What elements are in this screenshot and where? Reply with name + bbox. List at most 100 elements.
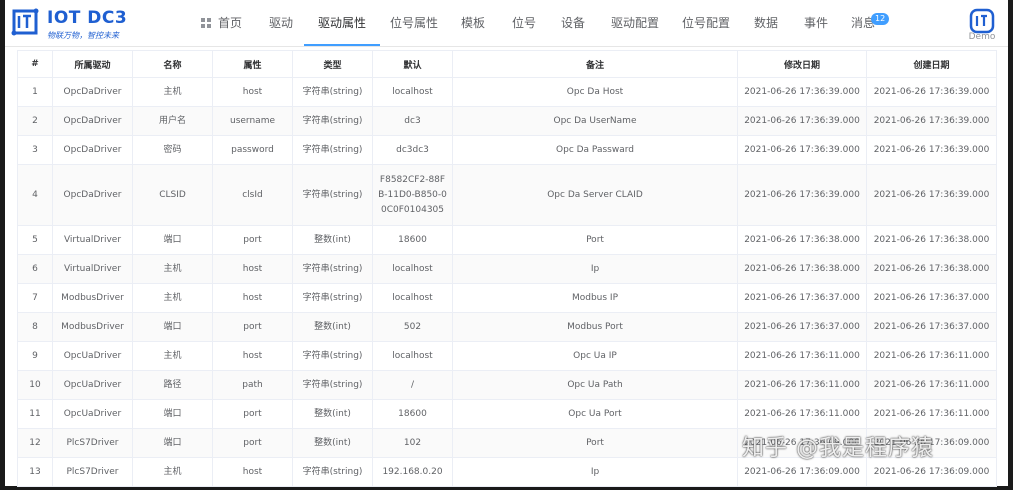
nav-item-label: 位号 — [512, 16, 537, 30]
attribute-name-cell: username — [212, 106, 293, 136]
row-index-cell: 10 — [17, 370, 53, 400]
table-row[interactable]: 7 ModbusDriver 主机 host 字符串(string) localhost M… — [17, 283, 997, 313]
nav-item-point[interactable]: 位号 — [512, 0, 536, 46]
attribute-display-name-cell: 主机 — [132, 457, 213, 487]
attribute-display-name-cell: 密码 — [132, 135, 213, 165]
attribute-type-cell: 字符串(string) — [292, 370, 373, 400]
nav-item-point-config[interactable]: 位号配置 — [682, 0, 730, 46]
driver-name-cell: OpcUaDriver — [52, 370, 133, 400]
attribute-display-name-cell: 主机 — [132, 341, 213, 371]
row-index-cell: 5 — [17, 225, 53, 255]
nav-item-template[interactable]: 模板 — [461, 0, 485, 46]
column-header[interactable]: 创建日期 — [866, 50, 997, 78]
column-header[interactable]: 备注 — [452, 50, 738, 78]
table-row[interactable]: 2 OpcDaDriver 用户名 username 字符串(string) dc3 Opc… — [17, 106, 997, 136]
row-index-cell: 8 — [17, 312, 53, 342]
table-row[interactable]: 8 ModbusDriver 端口 port 整数(int) 502 Modbus Port… — [17, 312, 997, 342]
row-index-cell: 9 — [17, 341, 53, 371]
nav-item-label: 首页 — [218, 16, 243, 30]
column-header[interactable]: 所属驱动 — [52, 50, 133, 78]
attribute-type-cell: 字符串(string) — [292, 77, 373, 107]
nav-item-label: 事件 — [804, 16, 829, 30]
nav-item-driver-config[interactable]: 驱动配置 — [611, 0, 659, 46]
attribute-type-cell: 整数(int) — [292, 225, 373, 255]
column-header[interactable]: 属性 — [212, 50, 293, 78]
attribute-type-cell: 字符串(string) — [292, 164, 373, 226]
nav-item-device[interactable]: 设备 — [561, 0, 585, 46]
attribute-type-cell: 字符串(string) — [292, 457, 373, 487]
window-frame-right — [1008, 0, 1013, 490]
top-header: IOT DC3 物联万物，智控未来 首页 驱动 驱动属性 位号属性 模板 位号 … — [5, 0, 1008, 47]
nav-item-label: 驱动属性 — [318, 16, 367, 30]
nav-item-driver[interactable]: 驱动 — [269, 0, 293, 46]
nav-item-data[interactable]: 数据 — [754, 0, 778, 46]
attribute-display-name-cell: 端口 — [132, 225, 213, 255]
description-cell: Modbus Port — [452, 312, 738, 342]
update-time-cell: 2021-06-26 17:36:39.000 — [737, 77, 867, 107]
nav-item-label: 数据 — [754, 16, 779, 30]
row-index-cell: 2 — [17, 106, 53, 136]
nav-item-label: 位号属性 — [390, 16, 439, 30]
watermark: 知乎 @我是程序猿 — [742, 436, 934, 461]
nav-item-home[interactable]: 首页 — [201, 0, 242, 46]
table-row[interactable]: 10 OpcUaDriver 路径 path 字符串(string) / Opc Ua Pa… — [17, 370, 997, 400]
driver-name-cell: OpcDaDriver — [52, 135, 133, 165]
attribute-name-cell: port — [212, 399, 293, 429]
description-cell: Opc Ua Path — [452, 370, 738, 400]
table-row[interactable]: 6 VirtualDriver 主机 host 字符串(string) localhost… — [17, 254, 997, 284]
user-menu[interactable]: Demo — [962, 8, 1002, 46]
table-row[interactable]: 3 OpcDaDriver 密码 password 字符串(string) dc3dc3 O… — [17, 135, 997, 165]
table-row[interactable]: 9 OpcUaDriver 主机 host 字符串(string) localhost Op… — [17, 341, 997, 371]
create-time-cell: 2021-06-26 17:36:11.000 — [866, 399, 997, 429]
column-header[interactable]: 修改日期 — [737, 50, 867, 78]
table-row[interactable]: 11 OpcUaDriver 端口 port 整数(int) 18600 Opc Ua Po… — [17, 399, 997, 429]
message-count-badge: 12 — [871, 13, 890, 25]
description-cell: Opc Da Host — [452, 77, 738, 107]
column-header[interactable]: 默认 — [372, 50, 453, 78]
driver-name-cell: PlcS7Driver — [52, 457, 133, 487]
attribute-display-name-cell: 主机 — [132, 283, 213, 313]
default-value-cell: 502 — [372, 312, 453, 342]
attribute-display-name-cell: 端口 — [132, 312, 213, 342]
default-value-cell: dc3dc3 — [372, 135, 453, 165]
nav-item-point-attribute[interactable]: 位号属性 — [390, 0, 438, 46]
driver-name-cell: OpcUaDriver — [52, 341, 133, 371]
attribute-name-cell: host — [212, 457, 293, 487]
attribute-name-cell: host — [212, 283, 293, 313]
create-time-cell: 2021-06-26 17:36:11.000 — [866, 341, 997, 371]
table-row[interactable]: 4 OpcDaDriver CLSID clsId 字符串(string) F8582CF… — [17, 164, 997, 226]
update-time-cell: 2021-06-26 17:36:11.000 — [737, 341, 867, 371]
update-time-cell: 2021-06-26 17:36:37.000 — [737, 312, 867, 342]
driver-attribute-table: # 所属驱动 名称 属性 类型 默认 备注 修改日期 创建日期 1 OpcDaDr… — [17, 50, 997, 487]
table-row[interactable]: 5 VirtualDriver 端口 port 整数(int) 18600 Port 2021… — [17, 225, 997, 255]
column-header[interactable]: # — [17, 50, 53, 78]
description-cell: Ip — [452, 457, 738, 487]
default-value-cell: 18600 — [372, 399, 453, 429]
create-time-cell: 2021-06-26 17:36:39.000 — [866, 135, 997, 165]
create-time-cell: 2021-06-26 17:36:39.000 — [866, 77, 997, 107]
create-time-cell: 2021-06-26 17:36:38.000 — [866, 225, 997, 255]
default-value-cell: localhost — [372, 77, 453, 107]
column-header[interactable]: 名称 — [132, 50, 213, 78]
nav-item-driver-attribute[interactable]: 驱动属性 — [304, 0, 381, 46]
column-header[interactable]: 类型 — [292, 50, 373, 78]
attribute-type-cell: 整数(int) — [292, 428, 373, 458]
row-index-cell: 13 — [17, 457, 53, 487]
table-row[interactable]: 1 OpcDaDriver 主机 host 字符串(string) localhost Op… — [17, 77, 997, 107]
update-time-cell: 2021-06-26 17:36:37.000 — [737, 283, 867, 313]
attribute-name-cell: password — [212, 135, 293, 165]
driver-name-cell: OpcDaDriver — [52, 77, 133, 107]
nav-item-label: 驱动 — [269, 16, 294, 30]
nav-item-label: 设备 — [561, 16, 586, 30]
nav-item-label: 位号配置 — [682, 16, 731, 30]
attribute-display-name-cell: CLSID — [132, 164, 213, 226]
description-cell: Opc Da Server CLAID — [452, 164, 738, 226]
default-value-cell: 102 — [372, 428, 453, 458]
app-logo[interactable]: IOT DC3 物联万物，智控未来 — [11, 6, 151, 42]
row-index-cell: 11 — [17, 399, 53, 429]
description-cell: Modbus IP — [452, 283, 738, 313]
description-cell: Opc Da UserName — [452, 106, 738, 136]
nav-item-message[interactable]: 消息 12 — [851, 0, 890, 46]
attribute-type-cell: 整数(int) — [292, 312, 373, 342]
nav-item-event[interactable]: 事件 — [804, 0, 828, 46]
